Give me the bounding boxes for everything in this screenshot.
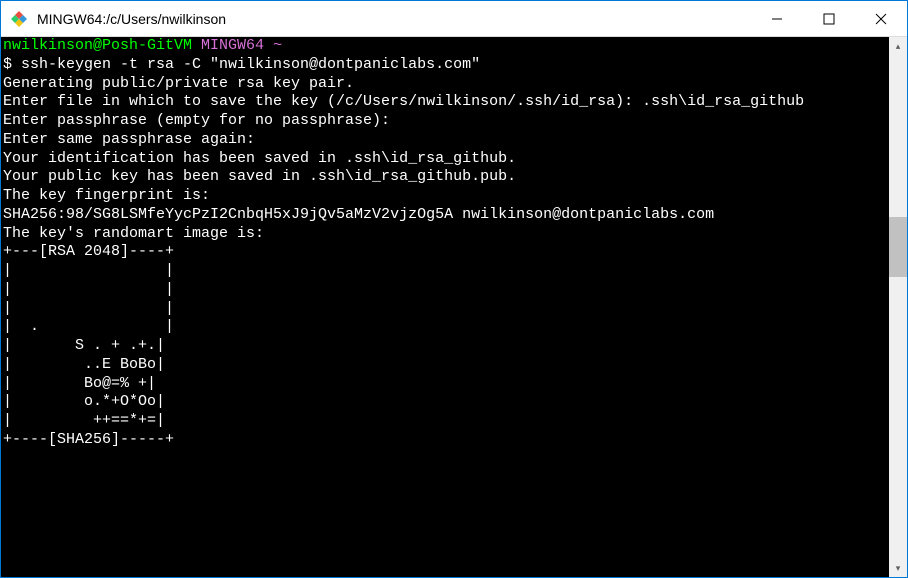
terminal-line: SHA256:98/SG8LSMfeYycPzI2CnbqH5xJ9jQv5aM… [3, 206, 714, 223]
minimize-button[interactable] [751, 1, 803, 37]
terminal-line: Enter same passphrase again: [3, 131, 255, 148]
window-controls [751, 1, 907, 37]
randomart-line: | Bo@=% +| [3, 375, 156, 392]
prompt-userhost: nwilkinson@Posh-GitVM [3, 37, 192, 54]
terminal-line: Your public key has been saved in .ssh\i… [3, 168, 516, 185]
randomart-line: | | [3, 300, 174, 317]
randomart-line: | ..E BoBo| [3, 356, 165, 373]
close-button[interactable] [855, 1, 907, 37]
window-titlebar: MINGW64:/c/Users/nwilkinson [1, 1, 907, 37]
randomart-line: | . | [3, 318, 174, 335]
terminal[interactable]: nwilkinson@Posh-GitVM MINGW64 ~ $ ssh-ke… [1, 37, 889, 577]
scrollbar[interactable]: ▴ ▾ [889, 37, 907, 577]
terminal-line: The key fingerprint is: [3, 187, 210, 204]
terminal-line: $ ssh-keygen -t rsa -C "nwilkinson@dontp… [3, 56, 480, 73]
randomart-line: | | [3, 262, 174, 279]
terminal-line: Your identification has been saved in .s… [3, 150, 516, 167]
terminal-line: The key's randomart image is: [3, 225, 264, 242]
scrollbar-thumb[interactable] [889, 217, 907, 277]
randomart-line: | | [3, 281, 174, 298]
prompt-path: ~ [273, 37, 282, 54]
window-title: MINGW64:/c/Users/nwilkinson [37, 11, 751, 27]
prompt-shell: MINGW64 [201, 37, 264, 54]
terminal-line: Enter file in which to save the key (/c/… [3, 93, 804, 110]
randomart-line: +---[RSA 2048]----+ [3, 243, 174, 260]
app-icon [9, 9, 29, 29]
maximize-button[interactable] [803, 1, 855, 37]
randomart-line: | ++==*+=| [3, 412, 165, 429]
randomart-line: | o.*+O*Oo| [3, 393, 165, 410]
scroll-up-arrow[interactable]: ▴ [889, 37, 907, 55]
scroll-down-arrow[interactable]: ▾ [889, 559, 907, 577]
terminal-line: Enter passphrase (empty for no passphras… [3, 112, 390, 129]
terminal-line: Generating public/private rsa key pair. [3, 75, 354, 92]
randomart-line: | S . + .+.| [3, 337, 165, 354]
randomart-line: +----[SHA256]-----+ [3, 431, 174, 448]
terminal-wrapper: nwilkinson@Posh-GitVM MINGW64 ~ $ ssh-ke… [1, 37, 907, 577]
